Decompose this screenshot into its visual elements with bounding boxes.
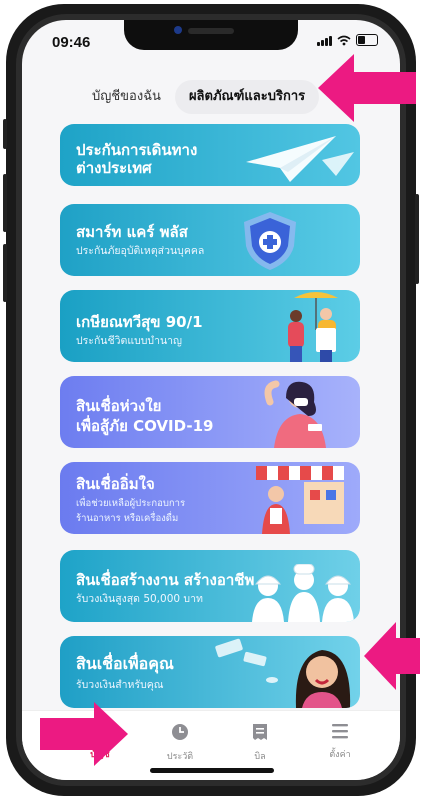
tab-bills[interactable]: บิล — [230, 723, 290, 763]
tab-products-services[interactable]: ผลิตภัณฑ์และบริการ — [174, 80, 320, 114]
volume-down-button — [3, 244, 7, 302]
tab-label: ตั้งค่า — [329, 750, 351, 760]
tab-label: ประวัติ — [166, 752, 194, 762]
speaker — [188, 28, 234, 34]
card-subtitle: เพื่อสู้ภัย COVID-19 — [76, 417, 214, 435]
tab-history[interactable]: ประวัติ — [150, 723, 210, 763]
annotation-arrow-bottom — [40, 702, 128, 766]
happy-woman-illustration — [215, 638, 351, 708]
paper-plane-icon — [246, 136, 354, 182]
annotation-arrow-right — [364, 622, 420, 690]
card-retirement-plan[interactable]: เกษียณทวีสุข 90/1 ประกันชีวิตแบบบำนาญ — [60, 290, 360, 362]
card-subtitle: รับวงเงินสำหรับคุณ — [76, 679, 164, 691]
power-button — [415, 194, 419, 284]
workers-illustration — [252, 564, 354, 622]
app-screen: 09:46 บัญชีของฉัน ผลิตภัณฑ์และบริการ ประ… — [22, 20, 400, 780]
tab-label: บิล — [254, 752, 266, 762]
card-restaurant-loan[interactable]: สินเชื่ออิ่มใจ เพื่อช่วยเหลือผู้ประกอบกา… — [60, 462, 360, 534]
card-smart-care-plus[interactable]: สมาร์ท แคร์ พลัส ประกันภัยอุบัติเหตุส่วน… — [60, 204, 360, 276]
card-title: สินเชื่อสร้างงาน สร้างอาชีพ — [76, 571, 255, 589]
card-personal-loan[interactable]: สินเชื่อเพื่อคุณ รับวงเงินสำหรับคุณ — [60, 636, 360, 708]
bill-icon — [253, 724, 267, 740]
card-job-creation-loan[interactable]: สินเชื่อสร้างงาน สร้างอาชีพ รับวงเงินสูง… — [60, 550, 360, 622]
wifi-icon — [337, 35, 351, 45]
retired-couple-illustration — [288, 292, 338, 362]
battery-icon — [356, 34, 378, 46]
card-covid-loan[interactable]: สินเชื่อห่วงใย เพื่อสู้ภัย COVID-19 — [60, 376, 360, 448]
card-subtitle: ต่างประเทศ — [76, 159, 152, 177]
volume-up-button — [3, 174, 7, 232]
segment-tabs: บัญชีของฉัน ผลิตภัณฑ์และบริการ — [78, 80, 320, 114]
card-title: สมาร์ท แคร์ พลัส — [76, 223, 188, 241]
status-time: 09:46 — [52, 34, 91, 51]
masked-woman-illustration — [264, 380, 326, 448]
tab-settings[interactable]: ตั้งค่า — [310, 723, 370, 761]
card-title: สินเชื่อเพื่อคุณ — [76, 654, 174, 673]
card-subtitle: รับวงเงินสูงสุด 50,000 บาท — [76, 593, 203, 605]
status-icons — [317, 34, 378, 46]
signal-icon — [317, 35, 332, 46]
card-subtitle-2: ร้านอาหาร หรือเครื่องดื่ม — [76, 513, 179, 524]
card-subtitle: ประกันภัยอุบัติเหตุส่วนบุคคล — [76, 245, 205, 257]
tab-my-accounts[interactable]: บัญชีของฉัน — [78, 80, 175, 114]
card-title: สินเชื่ออิ่มใจ — [76, 475, 155, 493]
home-indicator — [150, 768, 274, 773]
front-camera — [174, 26, 182, 34]
card-subtitle: เพื่อช่วยเหลือผู้ประกอบการ — [76, 498, 186, 509]
mute-switch — [3, 119, 7, 149]
card-title: เกษียณทวีสุข 90/1 — [76, 313, 203, 331]
menu-icon — [332, 724, 348, 739]
card-travel-insurance[interactable]: ประกันการเดินทาง ต่างประเทศ — [60, 124, 360, 186]
food-stall-illustration — [256, 466, 344, 534]
clock-icon — [172, 724, 188, 740]
annotation-arrow-top — [318, 54, 416, 122]
shield-icon — [244, 212, 296, 270]
card-subtitle: ประกันชีวิตแบบบำนาญ — [76, 335, 182, 347]
notch — [124, 20, 298, 50]
